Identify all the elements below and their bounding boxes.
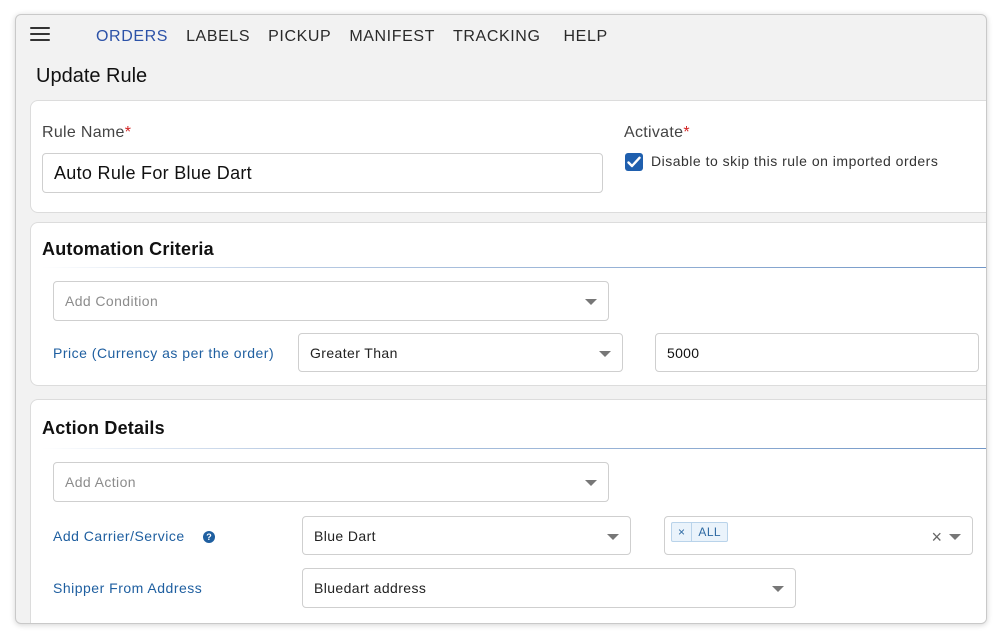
- rule-name-label-text: Rule Name: [42, 124, 125, 141]
- section-title-action: Action Details: [42, 418, 165, 438]
- add-action-placeholder: Add Action: [65, 474, 136, 490]
- nav-labels[interactable]: LABELS: [186, 28, 250, 46]
- shipper-address-value: Bluedart address: [314, 580, 427, 596]
- operator-select[interactable]: Greater Than: [298, 333, 623, 372]
- rule-details-card: Rule Name* Activate* Disable to skip thi…: [30, 100, 986, 213]
- operator-value: Greater Than: [310, 344, 398, 361]
- section-divider: [42, 267, 986, 268]
- chevron-down-icon: [607, 533, 619, 540]
- nav-orders[interactable]: ORDERS: [96, 28, 168, 46]
- nav-help[interactable]: HELP: [564, 28, 608, 46]
- shipper-address-select[interactable]: Bluedart address: [302, 568, 796, 608]
- help-icon[interactable]: ?: [203, 531, 215, 543]
- chevron-down-icon: [772, 586, 784, 592]
- add-action-select[interactable]: Add Action: [53, 462, 609, 502]
- section-title-criteria: Automation Criteria: [42, 239, 214, 259]
- carrier-value: Blue Dart: [314, 527, 376, 544]
- add-condition-placeholder: Add Condition: [65, 293, 159, 309]
- condition-field-label: Price (Currency as per the order): [53, 345, 275, 361]
- activate-label: Activate*: [624, 124, 690, 142]
- section-divider: [42, 448, 986, 449]
- menu-icon[interactable]: [30, 27, 50, 43]
- activate-label-text: Activate: [624, 124, 684, 141]
- activate-checkbox[interactable]: [625, 153, 643, 171]
- nav-pickup[interactable]: PICKUP: [268, 28, 331, 46]
- automation-criteria-card: Automation Criteria Add Condition Price …: [30, 222, 986, 386]
- nav-manifest[interactable]: MANIFEST: [349, 28, 435, 46]
- carrier-select[interactable]: Blue Dart: [302, 516, 631, 555]
- required-mark: *: [683, 124, 690, 141]
- rule-name-label: Rule Name*: [42, 124, 131, 142]
- clear-icon[interactable]: ×: [931, 528, 942, 546]
- chevron-down-icon: [949, 533, 961, 540]
- chevron-down-icon: [585, 480, 597, 486]
- page-title: Update Rule: [36, 65, 148, 87]
- nav-tracking[interactable]: TRACKING: [453, 28, 540, 46]
- add-condition-select[interactable]: Add Condition: [53, 281, 609, 321]
- top-nav: ORDERS LABELS PICKUP MANIFEST TRACKING H…: [96, 28, 626, 46]
- chevron-down-icon: [585, 299, 597, 305]
- carrier-field-label: Add Carrier/Service: [53, 528, 185, 544]
- shipper-field-label: Shipper From Address: [53, 580, 203, 596]
- rule-name-input[interactable]: [42, 153, 603, 193]
- required-mark: *: [124, 124, 132, 141]
- chevron-down-icon: [599, 350, 611, 357]
- condition-value-input[interactable]: [655, 333, 979, 372]
- service-tag-label: ALL: [698, 525, 721, 539]
- action-details-card: Action Details Add Action Add Carrier/Se…: [30, 399, 986, 623]
- check-icon: [627, 156, 641, 168]
- service-tag: × ALL: [671, 522, 728, 542]
- app-window: ORDERS LABELS PICKUP MANIFEST TRACKING H…: [15, 14, 987, 624]
- remove-tag-icon[interactable]: ×: [672, 523, 693, 541]
- activate-description: Disable to skip this rule on imported or…: [651, 153, 939, 169]
- service-multiselect[interactable]: × ALL ×: [664, 516, 973, 555]
